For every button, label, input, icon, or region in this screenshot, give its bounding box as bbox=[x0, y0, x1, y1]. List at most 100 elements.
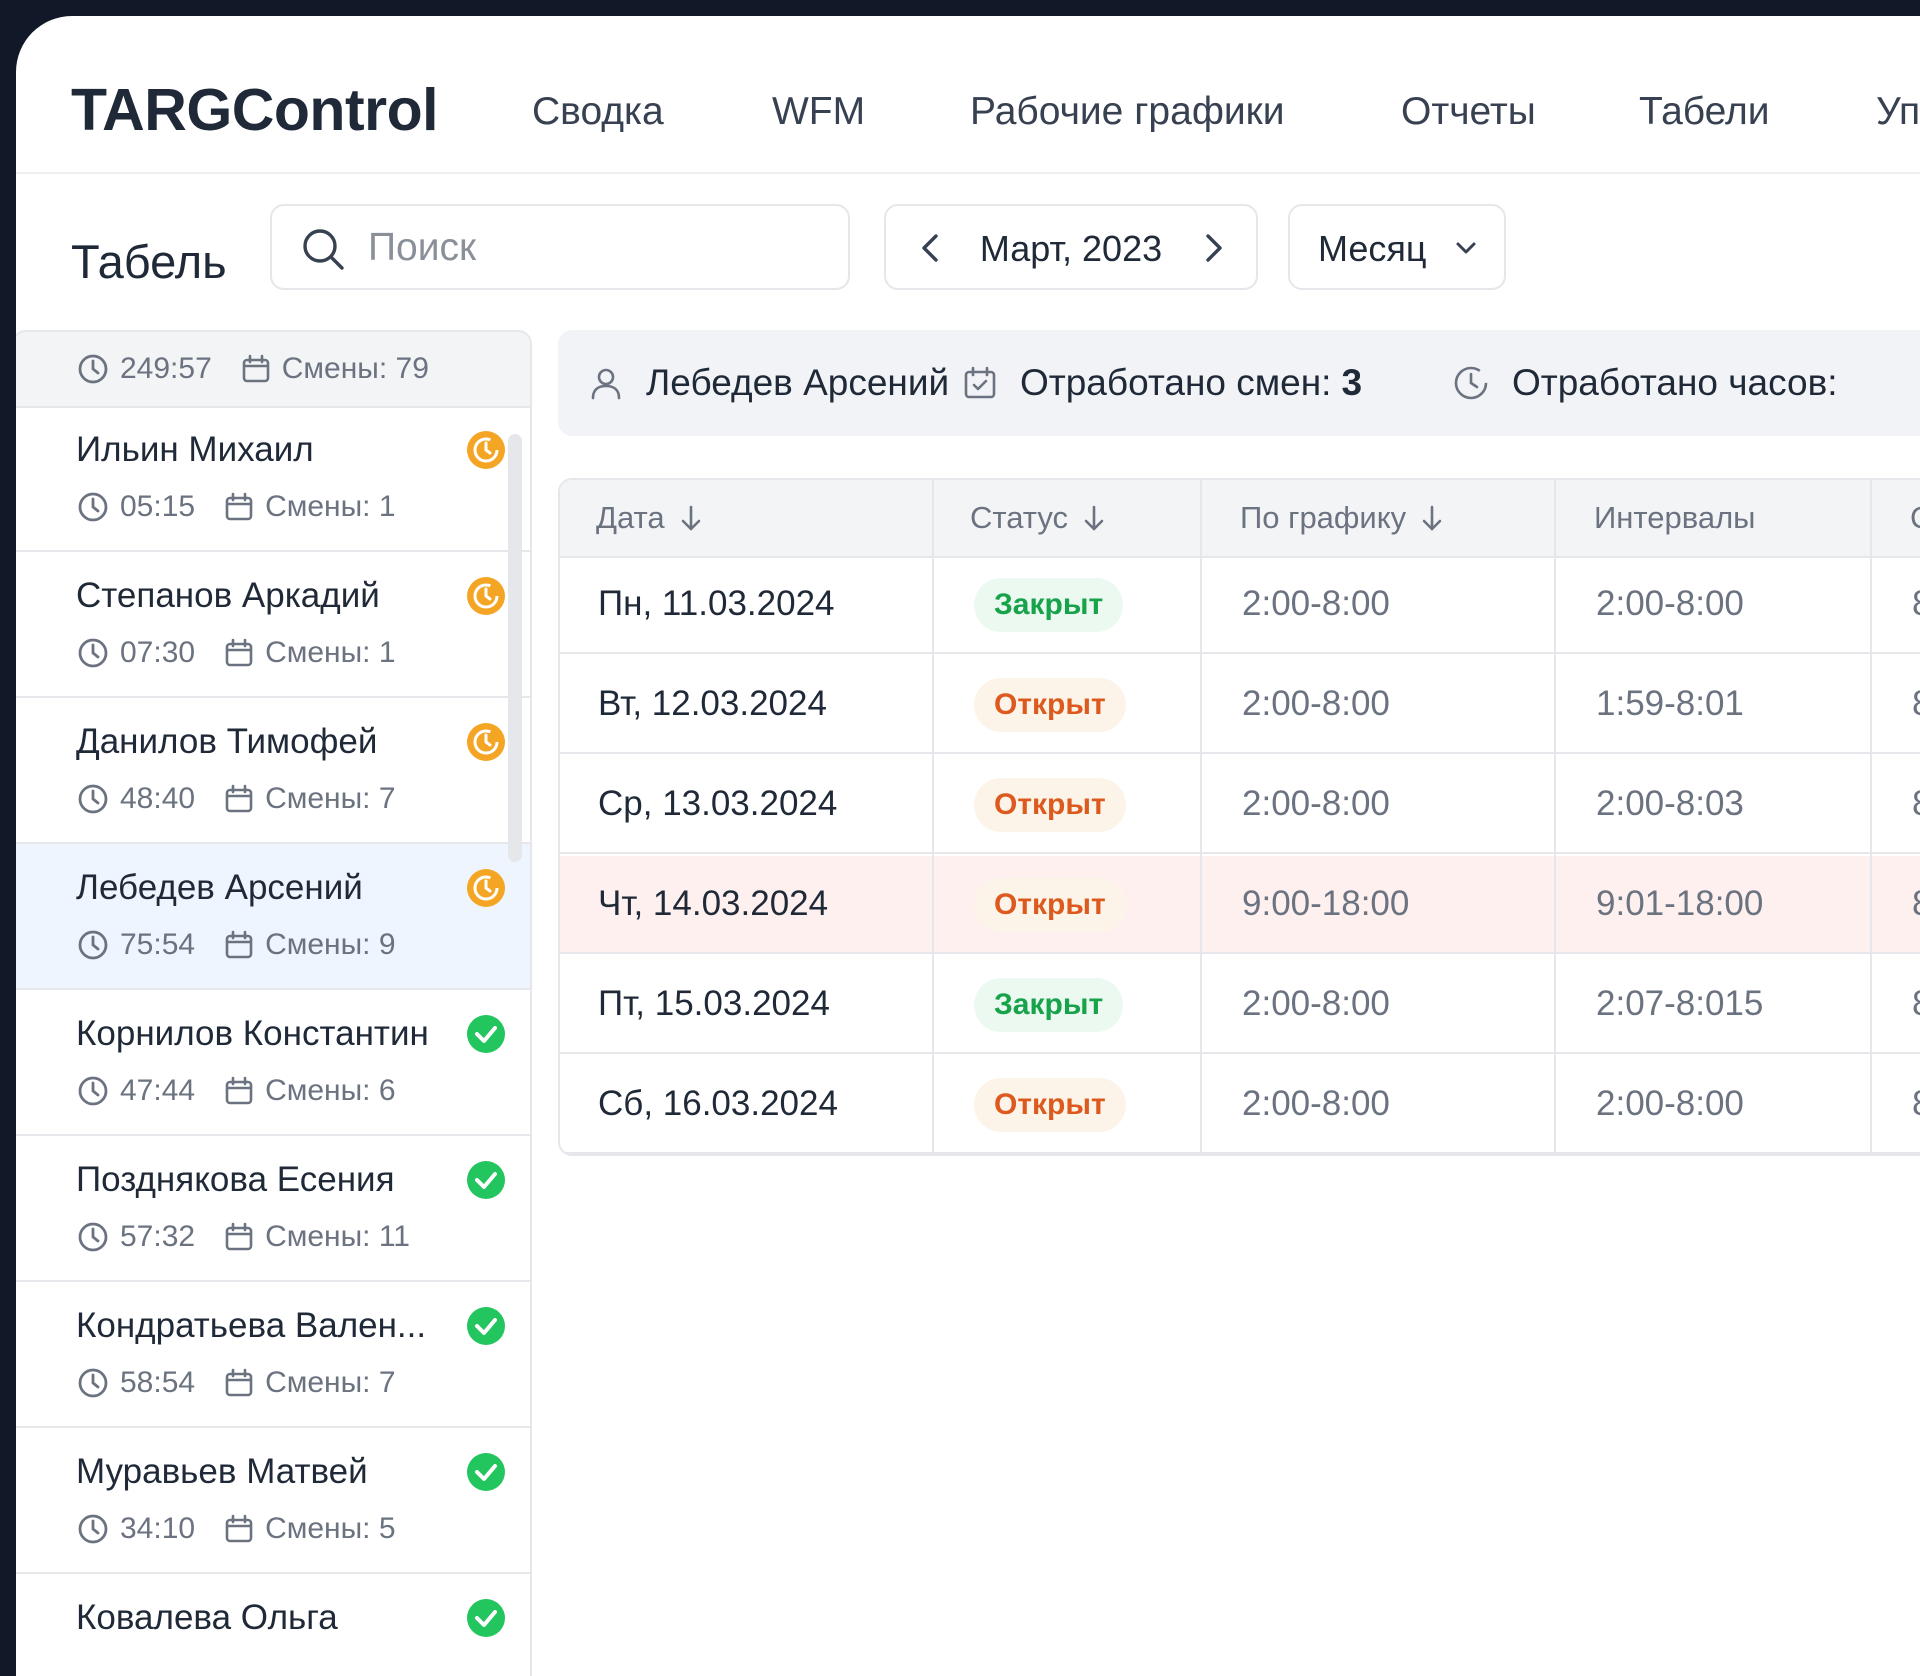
status-badge: Открыт bbox=[974, 1078, 1126, 1132]
employee-hours: 34:10 bbox=[120, 1512, 196, 1545]
status-badge: Закрыт bbox=[974, 978, 1124, 1032]
month-switcher: Март, 2023 bbox=[884, 204, 1258, 290]
nav-item-reports[interactable]: Отчеты bbox=[1401, 90, 1536, 134]
employee-list-item[interactable]: Корнилов Константин 47:44 Смены: 6 bbox=[16, 990, 530, 1136]
employee-meta: 34:10 Смены: 5 bbox=[76, 1512, 396, 1546]
table-row[interactable]: Пт, 15.03.2024 Закрыт 2:00-8:00 2:07-8:015 8 bbox=[560, 956, 1920, 1054]
calendar-icon bbox=[225, 1076, 253, 1105]
employee-list-item[interactable]: Степанов Аркадий 07:30 Смены: 1 bbox=[16, 552, 530, 698]
table-row[interactable]: Пн, 11.03.2024 Закрыт 2:00-8:00 2:00-8:00 8 bbox=[560, 556, 1920, 654]
total-shifts: Смены: 79 bbox=[281, 352, 429, 385]
summary-shifts: Отработано смен: 3 bbox=[962, 362, 1362, 404]
employee-name: Позднякова Есения bbox=[76, 1160, 395, 1199]
employee-summary: Лебедев Арсений Отработано смен: 3 Отраб… bbox=[558, 330, 1920, 436]
user-icon bbox=[591, 368, 621, 400]
cell-intervals: 2:00-8:00 bbox=[1596, 1084, 1744, 1123]
pending-clock-icon bbox=[467, 869, 505, 907]
employee-meta: 07:30 Смены: 1 bbox=[76, 636, 396, 670]
employee-status bbox=[466, 1598, 506, 1643]
employee-name: Кондратьева Вален... bbox=[76, 1306, 427, 1345]
cell-intervals: 2:00-8:00 bbox=[1596, 584, 1744, 623]
table-row[interactable]: Вт, 12.03.2024 Открыт 2:00-8:00 1:59-8:01 8 bbox=[560, 656, 1920, 754]
column-header-cut[interactable]: С bbox=[1910, 500, 1920, 536]
calendar-icon bbox=[225, 1514, 253, 1543]
employee-shifts: Смены: 7 bbox=[265, 1366, 396, 1399]
check-circle-icon bbox=[467, 1599, 505, 1637]
clock-icon bbox=[78, 1076, 108, 1106]
column-header-status-label: Статус bbox=[970, 500, 1068, 535]
cell-schedule: 9:00-18:00 bbox=[1242, 884, 1410, 923]
status-badge: Открыт bbox=[974, 678, 1126, 732]
cell-schedule: 2:00-8:00 bbox=[1242, 984, 1390, 1023]
nav-item-timesheets[interactable]: Табели bbox=[1639, 90, 1770, 134]
chevron-right-icon[interactable] bbox=[1200, 228, 1226, 268]
employee-shifts: Смены: 1 bbox=[265, 490, 396, 523]
cell-cut: 8 bbox=[1912, 784, 1920, 824]
clock-icon bbox=[1454, 366, 1488, 400]
calendar-check-icon bbox=[964, 366, 996, 399]
employee-status bbox=[466, 868, 506, 913]
check-circle-icon bbox=[467, 1015, 505, 1053]
column-header-schedule[interactable]: По графику bbox=[1240, 500, 1444, 536]
cell-cut: 8 bbox=[1912, 884, 1920, 924]
table-row[interactable]: Сб, 16.03.2024 Открыт 2:00-8:00 2:00-8:00 8 bbox=[560, 1056, 1920, 1154]
search-box bbox=[270, 204, 850, 290]
employee-status bbox=[466, 1160, 506, 1205]
column-header-status[interactable]: Статус bbox=[970, 500, 1106, 536]
employee-list-item[interactable]: Ильин Михаил 05:15 Смены: 1 bbox=[16, 406, 530, 552]
employee-list-item[interactable]: Лебедев Арсений 75:54 Смены: 9 bbox=[16, 844, 530, 990]
check-circle-icon bbox=[467, 1307, 505, 1345]
clock-icon bbox=[78, 1368, 108, 1398]
employee-list-scrollbar[interactable] bbox=[508, 434, 522, 862]
nav-item-work-schedules[interactable]: Рабочие графики bbox=[970, 90, 1285, 134]
employee-hours: 47:44 bbox=[120, 1074, 196, 1107]
employee-list: 249:57 Смены: 79 Ильин Михаил 05:15 Смены:… bbox=[16, 330, 532, 1676]
employee-meta: 48:40 Смены: 7 bbox=[76, 782, 396, 816]
clock-icon bbox=[78, 930, 108, 960]
calendar-icon bbox=[225, 638, 253, 667]
sort-arrow-down-icon bbox=[681, 505, 700, 531]
employee-name: Ильин Михаил bbox=[76, 430, 314, 469]
pending-clock-icon bbox=[467, 431, 505, 469]
employee-name: Муравьев Матвей bbox=[76, 1452, 368, 1491]
nav-item-management[interactable]: Уп bbox=[1876, 90, 1920, 134]
pending-clock-icon bbox=[467, 577, 505, 615]
employee-status bbox=[466, 1452, 506, 1497]
employee-status bbox=[466, 1014, 506, 1059]
employee-list-item[interactable]: Позднякова Есения 57:32 Смены: 11 bbox=[16, 1136, 530, 1282]
table-row[interactable]: Ср, 13.03.2024 Открыт 2:00-8:00 2:00-8:03 8 bbox=[560, 756, 1920, 854]
calendar-icon bbox=[225, 1368, 253, 1397]
status-badge: Закрыт bbox=[974, 578, 1124, 632]
employee-list-item[interactable]: Данилов Тимофей 48:40 Смены: 7 bbox=[16, 698, 530, 844]
employee-status bbox=[466, 722, 506, 767]
employee-hours: 48:40 bbox=[120, 782, 196, 815]
employee-meta: 05:15 Смены: 1 bbox=[76, 490, 396, 524]
column-header-intervals[interactable]: Интервалы bbox=[1594, 500, 1755, 536]
table-row[interactable]: Чт, 14.03.2024 Открыт 9:00-18:00 9:01-18:00… bbox=[560, 856, 1920, 954]
cell-intervals: 9:01-18:00 bbox=[1596, 884, 1764, 923]
clock-icon bbox=[78, 638, 108, 668]
employee-name: Степанов Аркадий bbox=[76, 576, 380, 615]
employee-list-item[interactable]: Ковалева Ольга bbox=[16, 1574, 530, 1676]
column-header-date-label: Дата bbox=[596, 500, 665, 535]
employee-list-item[interactable]: Кондратьева Вален... 58:54 Смены: 7 bbox=[16, 1282, 530, 1428]
employee-name: Лебедев Арсений bbox=[76, 868, 363, 907]
employee-meta: 47:44 Смены: 6 bbox=[76, 1074, 396, 1108]
sort-arrow-down-icon bbox=[1422, 505, 1442, 531]
search-input[interactable] bbox=[366, 220, 830, 276]
brand-logo[interactable]: TARGControl bbox=[71, 76, 439, 144]
employee-hours: 58:54 bbox=[120, 1366, 196, 1399]
employee-list-item[interactable]: Муравьев Матвей 34:10 Смены: 5 bbox=[16, 1428, 530, 1574]
cell-intervals: 2:00-8:03 bbox=[1596, 784, 1744, 823]
period-select[interactable]: Месяц bbox=[1288, 204, 1506, 290]
summary-shifts-value: 3 bbox=[1341, 362, 1363, 403]
calendar-icon bbox=[225, 1222, 253, 1251]
employee-shifts: Смены: 7 bbox=[265, 782, 396, 815]
summary-shifts-label: Отработано смен: bbox=[1020, 362, 1332, 403]
calendar-icon bbox=[225, 930, 253, 959]
nav-item-wfm[interactable]: WFM bbox=[772, 90, 865, 134]
column-header-date[interactable]: Дата bbox=[596, 500, 703, 536]
page-title: Табель bbox=[71, 235, 227, 288]
column-divider bbox=[1200, 480, 1202, 1154]
nav-item-summary[interactable]: Сводка bbox=[532, 90, 664, 134]
